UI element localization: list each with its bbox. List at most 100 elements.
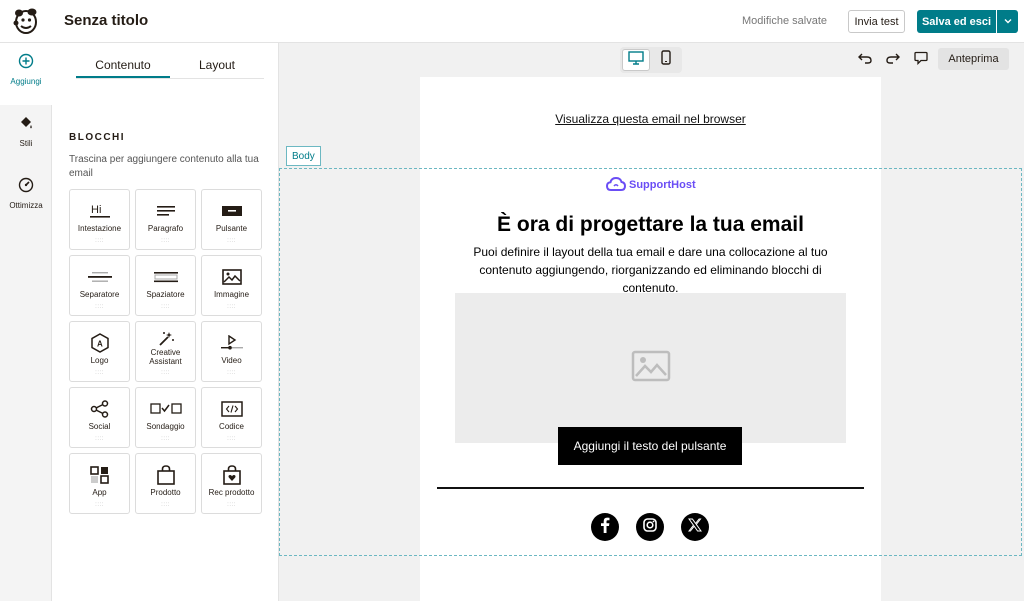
image-placeholder-icon (631, 350, 671, 387)
block-heading[interactable]: Hi Intestazione :::: (69, 189, 130, 250)
drag-handle-icon: :::: (227, 502, 236, 508)
preview-button[interactable]: Anteprima (938, 48, 1009, 70)
view-in-browser-link[interactable]: Visualizza questa email nel browser (420, 112, 881, 126)
rail-item-label: Aggiungi (10, 77, 42, 86)
block-code[interactable]: Codice :::: (201, 387, 262, 448)
document-title[interactable]: Senza titolo (64, 12, 148, 29)
block-product-recommendation[interactable]: Rec prodotto :::: (201, 453, 262, 514)
block-app[interactable]: App :::: (69, 453, 130, 514)
send-test-button[interactable]: Invia test (848, 10, 905, 33)
block-label: Sondaggio (146, 422, 185, 431)
email-headline[interactable]: È ora di progettare la tua email (420, 213, 881, 237)
block-label: Rec prodotto (208, 488, 255, 497)
redo-icon (886, 51, 900, 69)
block-survey[interactable]: Sondaggio :::: (135, 387, 196, 448)
paint-bucket-icon (18, 115, 34, 136)
drag-handle-icon: :::: (161, 238, 170, 244)
block-label: Pulsante (215, 224, 248, 233)
drag-handle-icon: :::: (95, 370, 104, 376)
block-label: Intestazione (77, 224, 122, 233)
email-divider[interactable] (437, 487, 864, 489)
blocks-grid: Hi Intestazione :::: Paragrafo :::: Puls… (69, 189, 264, 514)
drag-handle-icon: :::: (227, 304, 236, 310)
social-links (591, 513, 709, 541)
undo-button[interactable] (856, 51, 874, 69)
mailchimp-logo-icon[interactable] (10, 5, 42, 37)
mobile-view-button[interactable] (652, 49, 680, 71)
chevron-down-icon (1003, 13, 1013, 31)
mobile-icon (661, 50, 671, 70)
drag-handle-icon: :::: (161, 304, 170, 310)
rail-item-optimize[interactable]: Ottimizza (0, 167, 52, 229)
email-preview: Visualizza questa email nel browser Supp… (420, 77, 881, 601)
code-icon (220, 396, 243, 422)
plus-circle-icon (18, 53, 34, 74)
button-icon (221, 198, 243, 224)
block-label: Prodotto (150, 488, 181, 497)
block-divider[interactable]: Separatore :::: (69, 255, 130, 316)
drag-handle-icon: :::: (227, 238, 236, 244)
content-panel: Contenuto Layout BLOCCHI Trascina per ag… (52, 43, 279, 601)
tab-layout[interactable]: Layout (170, 51, 264, 78)
block-image[interactable]: Immagine :::: (201, 255, 262, 316)
desktop-view-button[interactable] (622, 49, 650, 71)
tab-content[interactable]: Contenuto (76, 51, 170, 78)
blocks-description: Trascina per aggiungere contenuto alla t… (69, 154, 259, 179)
facebook-link[interactable] (591, 513, 619, 541)
block-label: Video (221, 356, 242, 365)
magic-wand-icon (157, 330, 175, 348)
redo-button[interactable] (884, 51, 902, 69)
block-product[interactable]: Prodotto :::: (135, 453, 196, 514)
device-view-toggle (620, 47, 682, 73)
instagram-icon (643, 517, 657, 537)
drag-handle-icon: :::: (95, 238, 104, 244)
block-creative-assistant[interactable]: Creative Assistant :::: (135, 321, 196, 382)
drag-handle-icon: :::: (161, 502, 170, 508)
rail-item-add[interactable]: Aggiungi (0, 43, 52, 105)
block-label: Immagine (213, 290, 250, 299)
spacer-icon (153, 264, 179, 290)
block-spacer[interactable]: Spaziatore :::: (135, 255, 196, 316)
panel-tabs: Contenuto Layout (76, 51, 264, 79)
block-label: Spaziatore (146, 290, 185, 299)
rail-item-label: Ottimizza (9, 201, 43, 210)
drag-handle-icon: :::: (95, 502, 104, 508)
save-options-dropdown[interactable] (997, 10, 1018, 33)
image-placeholder[interactable] (455, 293, 846, 443)
drag-handle-icon: :::: (227, 436, 236, 442)
email-subtext[interactable]: Puoi definire il layout della tua email … (450, 243, 851, 297)
email-cta-button[interactable]: Aggiungi il testo del pulsante (558, 427, 742, 465)
image-icon (221, 264, 242, 290)
blocks-heading: BLOCCHI (69, 132, 126, 143)
editor-tools (856, 51, 930, 69)
supporthost-cloud-icon (605, 176, 627, 195)
share-icon (90, 396, 110, 422)
instagram-link[interactable] (636, 513, 664, 541)
body-section-tag[interactable]: Body (286, 146, 321, 166)
block-logo[interactable]: A Logo :::: (69, 321, 130, 382)
desktop-icon (628, 50, 644, 70)
left-rail: Aggiungi Stili Ottimizza (0, 43, 52, 601)
brand-logo-top[interactable]: SupportHost (605, 176, 696, 195)
x-twitter-link[interactable] (681, 513, 709, 541)
editor-canvas: Anteprima Visualizza questa email nel br… (279, 43, 1024, 601)
rail-item-label: Stili (19, 139, 33, 148)
drag-handle-icon: :::: (95, 436, 104, 442)
checkbox-icon (149, 396, 182, 422)
block-button[interactable]: Pulsante :::: (201, 189, 262, 250)
svg-text:A: A (97, 340, 103, 349)
block-social[interactable]: Social :::: (69, 387, 130, 448)
comments-button[interactable] (912, 51, 930, 69)
save-exit-button[interactable]: Salva ed esci (917, 10, 996, 33)
block-video[interactable]: Video :::: (201, 321, 262, 382)
heading-icon: Hi (89, 198, 110, 224)
gauge-icon (18, 177, 34, 198)
drag-handle-icon: :::: (161, 370, 170, 376)
svg-text:Hi: Hi (91, 204, 101, 216)
block-label: Codice (219, 422, 244, 431)
drag-handle-icon: :::: (227, 370, 236, 376)
block-paragraph[interactable]: Paragrafo :::: (135, 189, 196, 250)
x-twitter-icon (687, 518, 702, 537)
rail-item-styles[interactable]: Stili (0, 105, 52, 167)
block-label: Creative Assistant (149, 348, 182, 366)
